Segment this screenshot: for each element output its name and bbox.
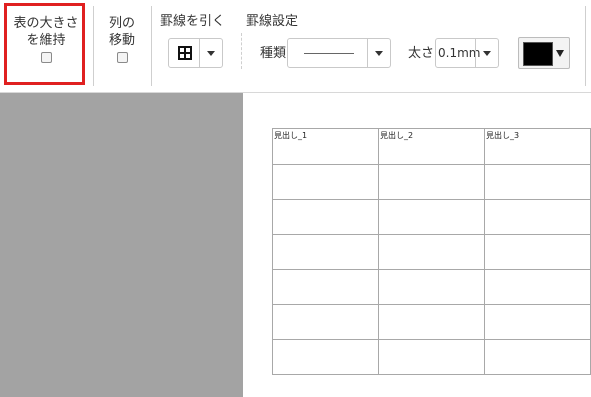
table-cell[interactable] <box>272 269 379 305</box>
toolbar-separator <box>93 6 94 86</box>
table-cell[interactable] <box>484 304 591 340</box>
highlight-box <box>4 3 85 85</box>
table-cell[interactable] <box>272 164 379 200</box>
table-row <box>272 339 591 375</box>
table-cell[interactable] <box>378 339 485 375</box>
dashed-separator <box>241 33 242 69</box>
toolbar: 表の大きさ を維持 列の 移動 罫線を引く 罫線設定 種類 太さ 0.1mm <box>0 0 591 93</box>
table-cell[interactable] <box>272 199 379 235</box>
border-type-dropdown[interactable] <box>287 38 391 68</box>
chevron-down-icon <box>207 51 215 56</box>
canvas-gray-margin <box>0 93 243 397</box>
table-header-cell[interactable]: 見出し_3 <box>484 128 591 165</box>
toolbar-separator <box>585 6 586 86</box>
border-color-picker[interactable] <box>518 37 570 69</box>
border-settings-label: 罫線設定 <box>246 14 299 29</box>
table-cell[interactable] <box>484 339 591 375</box>
table-row <box>272 304 591 340</box>
border-thickness-label: 太さ <box>408 46 435 61</box>
move-column-label-1: 列の <box>108 16 135 31</box>
table-cell[interactable] <box>484 199 591 235</box>
chevron-down-icon <box>556 50 564 57</box>
border-thickness-dropdown[interactable]: 0.1mm <box>435 38 499 68</box>
draw-border-dropdown-toggle[interactable] <box>199 39 222 67</box>
table-cell[interactable] <box>378 199 485 235</box>
table-cell[interactable] <box>484 234 591 270</box>
color-swatch <box>523 42 553 66</box>
border-all-icon <box>178 46 192 60</box>
move-column-label-2: 移動 <box>108 33 135 48</box>
table-header-text: 見出し_3 <box>486 131 520 140</box>
border-thickness-dropdown-toggle[interactable] <box>475 39 498 67</box>
table-header-cell[interactable]: 見出し_2 <box>378 128 485 165</box>
table-cell[interactable] <box>378 304 485 340</box>
table-cell[interactable] <box>484 164 591 200</box>
border-type-label: 種類 <box>260 46 287 61</box>
chevron-down-icon <box>375 51 383 56</box>
table-header-row: 見出し_1 見出し_2 見出し_3 <box>272 128 591 165</box>
move-column-checkbox[interactable] <box>116 52 128 63</box>
draw-border-dropdown[interactable] <box>168 38 223 68</box>
border-type-dropdown-toggle[interactable] <box>367 39 390 67</box>
table-cell[interactable] <box>378 164 485 200</box>
draw-border-label: 罫線を引く <box>160 14 226 29</box>
table-cell[interactable] <box>378 269 485 305</box>
chevron-down-icon <box>483 51 491 56</box>
table-row <box>272 164 591 200</box>
table-header-text: 見出し_2 <box>380 131 414 140</box>
table-row <box>272 234 591 270</box>
table-cell[interactable] <box>484 269 591 305</box>
document-table[interactable]: 見出し_1 見出し_2 見出し_3 <box>272 128 591 375</box>
move-column-group: 列の 移動 <box>98 0 146 92</box>
table-cell[interactable] <box>378 234 485 270</box>
table-cell[interactable] <box>272 339 379 375</box>
table-cell[interactable] <box>272 304 379 340</box>
solid-line-sample <box>304 53 354 54</box>
table-row <box>272 199 591 235</box>
toolbar-separator <box>151 6 152 86</box>
table-header-text: 見出し_1 <box>274 131 308 140</box>
table-header-cell[interactable]: 見出し_1 <box>272 128 379 165</box>
table-cell[interactable] <box>272 234 379 270</box>
table-row <box>272 269 591 305</box>
